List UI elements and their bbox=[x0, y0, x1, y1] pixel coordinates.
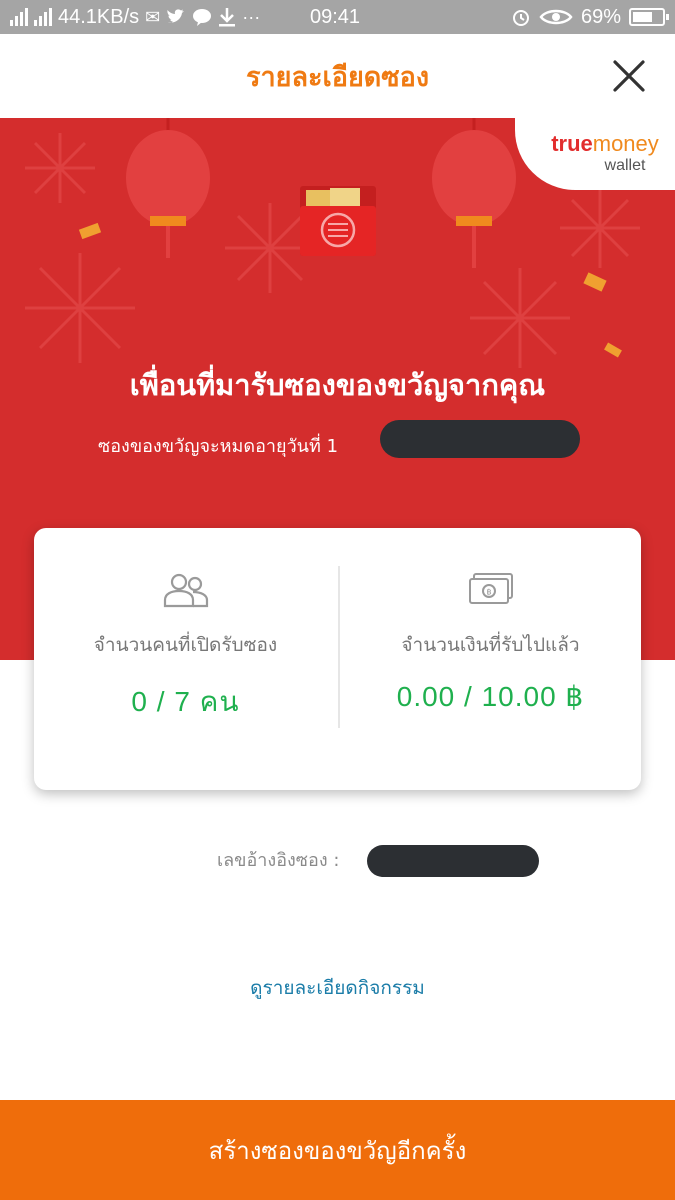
redacted-date bbox=[380, 420, 580, 458]
svg-text:฿: ฿ bbox=[486, 588, 491, 597]
redacted-reference bbox=[367, 845, 539, 877]
download-icon bbox=[219, 8, 236, 27]
line-icon bbox=[193, 9, 212, 26]
activity-details-link[interactable]: ดูรายละเอียดกิจกรรม bbox=[0, 973, 675, 1003]
close-icon[interactable] bbox=[611, 58, 647, 94]
people-icon bbox=[163, 573, 208, 608]
money-label: จำนวนเงินที่รับไปแล้ว bbox=[401, 634, 580, 656]
more-icon: ··· bbox=[242, 6, 261, 27]
mail-icon: ✉ bbox=[145, 6, 161, 27]
twitter-icon bbox=[167, 9, 185, 23]
network-speed: 44.1KB/s bbox=[58, 5, 140, 28]
page-title: รายละเอียดซอง bbox=[245, 61, 430, 93]
reference-label: เลขอ้างอิงซอง : bbox=[217, 850, 340, 871]
status-time: 09:41 bbox=[310, 5, 361, 28]
expiry-text: ซองของขวัญจะหมดอายุวันที่ 1 bbox=[98, 436, 339, 457]
alarm-icon bbox=[512, 10, 529, 26]
stats-card: จำนวนคนที่เปิดรับซอง 0 / 7 คน ฿ จำนวนเงิ… bbox=[34, 528, 641, 790]
signal-icon bbox=[10, 8, 28, 26]
money-stat: ฿ จำนวนเงินที่รับไปแล้ว 0.00 / 10.00 ฿ bbox=[339, 528, 642, 790]
brand-true-text: true bbox=[551, 131, 593, 156]
header: รายละเอียดซอง bbox=[0, 34, 675, 118]
signal-icon-2 bbox=[34, 8, 52, 26]
people-label: จำนวนคนที่เปิดรับซอง bbox=[93, 634, 278, 656]
banner-title: เพื่อนที่มารับซองของขวัญจากคุณ bbox=[129, 368, 546, 402]
battery-icon bbox=[629, 8, 669, 26]
banknote-icon: ฿ bbox=[468, 573, 513, 604]
create-envelope-button[interactable]: สร้างซองของขวัญอีกครั้ง bbox=[0, 1100, 675, 1200]
status-left: 44.1KB/s ✉ ··· bbox=[10, 6, 260, 29]
money-value: 0.00 / 10.00 ฿ bbox=[396, 681, 585, 712]
status-right: 69% bbox=[511, 5, 669, 29]
eye-icon bbox=[539, 9, 573, 25]
brand-money-text: money bbox=[592, 131, 659, 156]
people-value: 0 / 7 คน bbox=[131, 686, 240, 717]
people-stat: จำนวนคนที่เปิดรับซอง 0 / 7 คน bbox=[34, 528, 337, 790]
brand-wallet-text: wallet bbox=[604, 157, 646, 174]
battery-percent: 69% bbox=[580, 5, 621, 28]
status-bar: 44.1KB/s ✉ ··· 09:41 69% bbox=[0, 0, 675, 34]
